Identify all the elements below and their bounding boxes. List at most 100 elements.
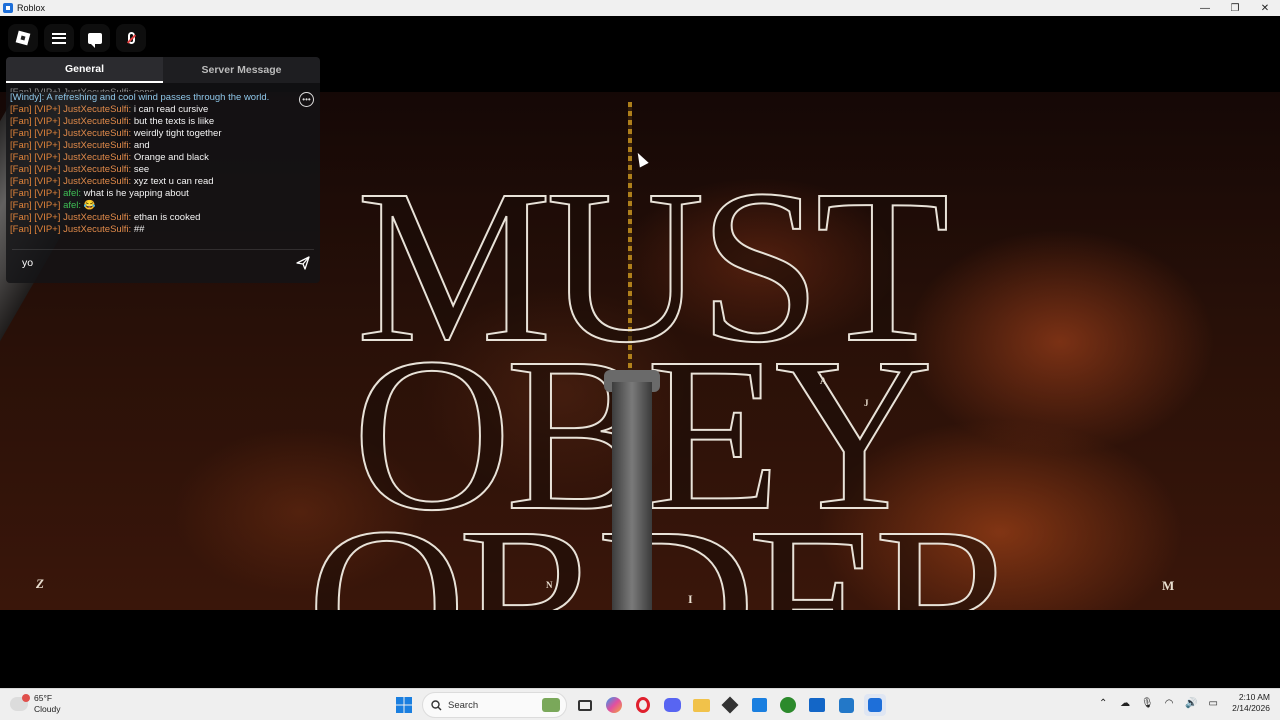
chat-username[interactable]: JustXecuteSulfi:	[63, 224, 131, 235]
taskbar-apps: Search	[393, 692, 886, 718]
chat-input[interactable]	[12, 251, 292, 274]
roblox-app-icon	[3, 3, 13, 13]
chat-message: [Fan] [VIP+] JustXecuteSulfi: i can read…	[10, 104, 292, 116]
floating-glyph: Z	[36, 576, 44, 591]
send-button[interactable]	[292, 252, 314, 274]
chat-message-text: ##	[133, 224, 145, 235]
minimize-button[interactable]: —	[1190, 0, 1220, 16]
chat-message: [Fan] [VIP+] JustXecuteSulfi: and	[10, 140, 292, 152]
chat-message-text: ethan is cooked	[133, 212, 201, 223]
folder-icon	[692, 698, 710, 712]
chat-message: [Fan] [VIP+] JustXecuteSulfi: but the te…	[10, 116, 292, 128]
roblox-logo-icon	[15, 30, 31, 46]
chat-username[interactable]: JustXecuteSulfi:	[63, 152, 131, 163]
vscode-icon	[838, 697, 854, 713]
chat-message: [Fan] [VIP+] JustXecuteSulfi: xyz text u…	[10, 176, 292, 188]
chat-rank-tag: [Fan] [VIP+]	[10, 176, 61, 187]
roblox-studio-button[interactable]	[719, 694, 741, 716]
chat-message-system: [Windy]: A refreshing and cool wind pass…	[10, 92, 270, 103]
chat-username[interactable]: JustXecuteSulfi:	[63, 140, 131, 151]
chat-more-options-button[interactable]: •••	[299, 92, 314, 107]
window-title-bar: Roblox — ❐ ✕	[0, 0, 1280, 16]
chat-username[interactable]: JustXecuteSulfi:	[63, 164, 131, 175]
chat-username[interactable]: JustXecuteSulfi:	[63, 128, 131, 139]
cloud-sync-icon[interactable]: ☁	[1118, 698, 1132, 709]
chat-rank-tag: [Fan] [VIP+]	[10, 116, 61, 127]
windows-logo-icon	[396, 697, 412, 713]
chat-message: [Fan] [VIP+] afel: what is he yapping ab…	[10, 188, 292, 200]
maximize-button[interactable]: ❐	[1220, 0, 1250, 16]
cloud-icon	[10, 694, 30, 711]
task-view-icon	[578, 699, 592, 711]
chat-rank-tag: [Fan] [VIP+]	[10, 164, 61, 175]
chat-toggle-button[interactable]	[80, 24, 110, 52]
xbox-button[interactable]	[777, 694, 799, 716]
task-view-button[interactable]	[574, 694, 596, 716]
menu-icon	[52, 32, 66, 44]
volume-icon[interactable]: 🔊	[1184, 698, 1198, 709]
copilot-button[interactable]	[603, 694, 625, 716]
clock-date: 2/14/2026	[1232, 703, 1270, 713]
roblox-studio-icon	[721, 696, 739, 714]
chat-rank-tag: [Fan] [VIP+]	[10, 140, 61, 151]
chat-message-text: see	[133, 164, 150, 175]
chat-username[interactable]: JustXecuteSulfi:	[63, 176, 131, 187]
roblox-logo-button[interactable]	[8, 24, 38, 52]
opera-icon	[636, 697, 650, 713]
chat-message-text: xyz text u can read	[133, 176, 214, 187]
chat-message-text: 😂	[83, 200, 96, 211]
mic-icon[interactable]: 🎙	[1140, 698, 1154, 709]
ellipsis-icon: •••	[302, 94, 311, 104]
outlook-button[interactable]	[806, 694, 828, 716]
vscode-button[interactable]	[835, 694, 857, 716]
chat-message: [Fan] [VIP+] JustXecuteSulfi: Orange and…	[10, 152, 292, 164]
opera-button[interactable]	[632, 694, 654, 716]
start-button[interactable]	[393, 694, 415, 716]
file-explorer-button[interactable]	[690, 694, 712, 716]
tab-general[interactable]: General	[6, 57, 163, 83]
chat-username[interactable]: afel:	[63, 200, 81, 211]
taskbar-search[interactable]: Search	[422, 692, 567, 718]
floating-glyph: A	[820, 376, 827, 386]
chat-rank-tag: [Fan] [VIP+]	[10, 152, 61, 163]
chat-message: [Fan] [VIP+] JustXecuteSulfi: ethan is c…	[10, 212, 292, 224]
weather-widget[interactable]: 65°F Cloudy	[10, 693, 60, 715]
close-button[interactable]: ✕	[1250, 0, 1280, 16]
battery-icon[interactable]: ▭	[1206, 698, 1220, 709]
chat-username[interactable]: JustXecuteSulfi:	[63, 212, 131, 223]
chat-message: [Fan] [VIP+] afel: 😂	[10, 200, 292, 212]
chat-username[interactable]: afel:	[63, 188, 81, 199]
roblox-taskbar-button[interactable]	[864, 694, 886, 716]
discord-button[interactable]	[661, 694, 683, 716]
mic-muted-icon	[127, 32, 135, 44]
menu-button[interactable]	[44, 24, 74, 52]
chat-tabs: General Server Message	[6, 57, 320, 83]
tab-server-message[interactable]: Server Message	[163, 57, 320, 83]
chat-message-text: Orange and black	[133, 152, 209, 163]
wifi-icon[interactable]: ◠	[1162, 698, 1176, 709]
floating-glyph: I	[688, 592, 693, 606]
chat-message: [Fan] [VIP+] JustXecuteSulfi: see	[10, 164, 292, 176]
chat-rank-tag: [Fan] [VIP+]	[10, 104, 61, 115]
chat-window: General Server Message [Fan] [VIP+] Just…	[6, 57, 320, 283]
chat-icon	[88, 32, 102, 48]
weather-temp: 65°F	[34, 693, 53, 703]
store-button[interactable]	[748, 694, 770, 716]
floating-glyph: J	[864, 398, 869, 408]
floating-glyph: M	[1162, 578, 1175, 593]
search-icon	[431, 699, 442, 710]
chat-message-text: but the texts is liike	[133, 116, 215, 127]
store-icon	[751, 698, 767, 712]
clock-time: 2:10 AM	[1238, 692, 1270, 702]
mic-toggle-button[interactable]	[116, 24, 146, 52]
copilot-icon	[606, 697, 622, 713]
search-label: Search	[448, 699, 479, 711]
discord-icon	[663, 698, 681, 712]
chat-username[interactable]: JustXecuteSulfi:	[63, 104, 131, 115]
chat-message-list[interactable]: [Fan] [VIP+] JustXecuteSulfi: oops [Wind…	[10, 87, 292, 247]
chevron-up-icon[interactable]: ⌃	[1096, 698, 1110, 709]
chat-message: [Fan] [VIP+] JustXecuteSulfi: weirdly ti…	[10, 128, 292, 140]
chat-message: [Fan] [VIP+] JustXecuteSulfi: ##	[10, 224, 292, 236]
clock[interactable]: 2:10 AM 2/14/2026	[1232, 692, 1270, 714]
chat-username[interactable]: JustXecuteSulfi:	[63, 116, 131, 127]
